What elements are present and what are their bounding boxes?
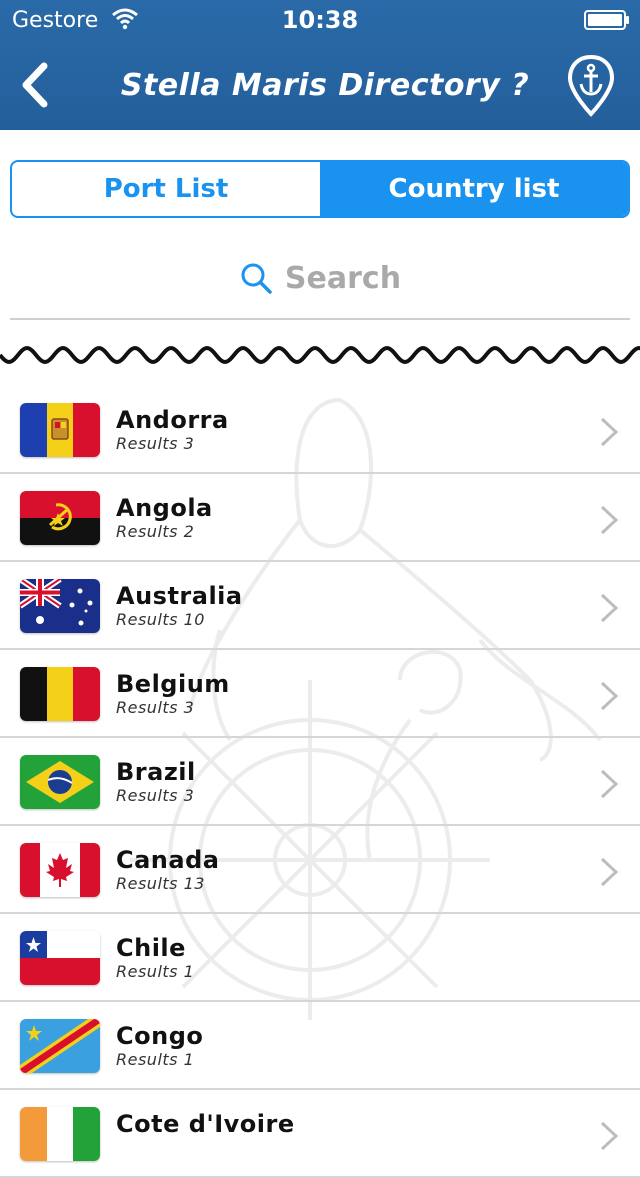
list-item[interactable]: Australia Results 10 xyxy=(0,562,640,650)
results-count: Results 2 xyxy=(116,522,195,541)
country-name: Belgium xyxy=(116,670,230,698)
tab-country-list[interactable]: Country list xyxy=(320,162,628,216)
list-item[interactable]: Angola Results 2 xyxy=(0,474,640,562)
back-chevron-icon[interactable] xyxy=(18,62,58,108)
chevron-right-icon xyxy=(600,769,619,799)
nav-header: Gestore 10:38 Stella Maris Directory ? xyxy=(0,0,640,130)
results-count: Results 3 xyxy=(116,698,195,717)
country-name: Congo xyxy=(116,1022,204,1050)
list-type-segmented-control: Port List Country list xyxy=(10,160,630,218)
results-count: Results 10 xyxy=(116,610,205,629)
angola-flag-icon xyxy=(20,491,100,545)
chevron-right-icon xyxy=(600,857,619,887)
cote-divoire-flag-icon xyxy=(20,1107,100,1161)
country-name: Chile xyxy=(116,934,186,962)
anchor-location-pin-icon[interactable] xyxy=(566,54,616,118)
list-item[interactable]: Congo Results 1 xyxy=(0,1002,640,1090)
list-item[interactable]: Belgium Results 3 xyxy=(0,650,640,738)
brazil-flag-icon xyxy=(20,755,100,809)
page-title: Stella Maris Directory ? xyxy=(120,68,530,103)
belgium-flag-icon xyxy=(20,667,100,721)
list-item[interactable]: Chile Results 1 xyxy=(0,914,640,1002)
list-item[interactable]: Canada Results 13 xyxy=(0,826,640,914)
results-count: Results 1 xyxy=(116,1050,195,1069)
country-name: Andorra xyxy=(116,406,229,434)
chevron-right-icon xyxy=(600,1121,619,1151)
chile-flag-icon xyxy=(20,931,100,985)
search-icon xyxy=(241,263,272,294)
chevron-right-icon xyxy=(600,417,619,447)
search-placeholder: Search xyxy=(284,260,402,296)
clock-time: 10:38 xyxy=(281,6,359,34)
country-name: Angola xyxy=(116,494,213,522)
status-bar: Gestore 10:38 xyxy=(0,0,640,40)
congo-flag-icon xyxy=(20,1019,100,1073)
country-name: Brazil xyxy=(116,758,196,786)
results-count: Results 3 xyxy=(116,786,195,805)
results-count: Results 13 xyxy=(116,874,205,893)
list-item[interactable]: Andorra Results 3 xyxy=(0,386,640,474)
country-name: Canada xyxy=(116,846,220,874)
country-name: Australia xyxy=(116,582,243,610)
results-count: Results 3 xyxy=(116,434,195,453)
search-field[interactable]: Search xyxy=(10,238,630,320)
country-name: Cote d'Ivoire xyxy=(116,1110,295,1138)
results-count: Results 1 xyxy=(116,962,195,981)
list-item[interactable]: Brazil Results 3 xyxy=(0,738,640,826)
chevron-right-icon xyxy=(600,681,619,711)
wave-divider xyxy=(0,346,640,364)
chevron-right-icon xyxy=(600,505,619,535)
country-list: Andorra Results 3 Angola Results 2 Austr… xyxy=(0,386,640,1178)
australia-flag-icon xyxy=(20,579,100,633)
andorra-flag-icon xyxy=(20,403,100,457)
list-item[interactable]: Cote d'Ivoire xyxy=(0,1090,640,1178)
canada-flag-icon xyxy=(20,843,100,897)
battery-icon xyxy=(584,10,629,30)
tab-port-list[interactable]: Port List xyxy=(12,162,320,216)
chevron-right-icon xyxy=(600,593,619,623)
